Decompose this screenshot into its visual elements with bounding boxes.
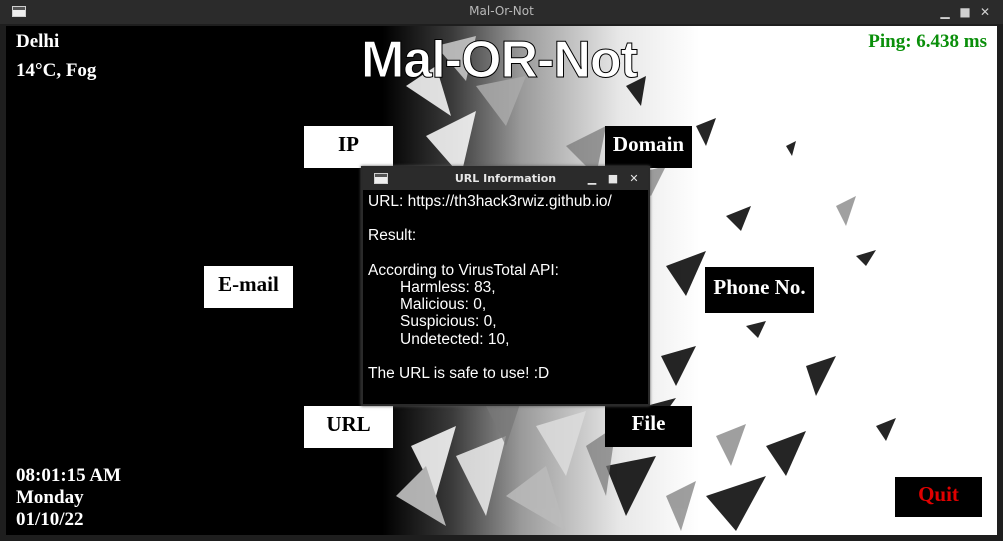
domain-button[interactable]: Domain (605, 126, 692, 168)
stat-suspicious: Suspicious: 0, (400, 313, 497, 331)
clock-time: 08:01:15 AM (16, 465, 122, 486)
verdict-line: The URL is safe to use! :D (368, 365, 550, 383)
url-line: URL: https://th3hack3rwiz.github.io/ (368, 193, 612, 210)
stat-harmless: Harmless: 83, (400, 278, 496, 296)
result-label: Result: (368, 227, 417, 245)
ping-readout: Ping: 6.438 ms (868, 31, 987, 52)
dialog-minimize-icon[interactable]: ▁ (585, 171, 599, 187)
stat-malicious: Malicious: 0, (400, 296, 487, 314)
maximize-icon[interactable]: ■ (957, 4, 973, 20)
window-titlebar: Mal-Or-Not ▁ ■ ✕ (0, 0, 1003, 24)
url-button[interactable]: URL (304, 406, 393, 448)
minimize-icon[interactable]: ▁ (937, 4, 953, 20)
dialog-body: URL: https://th3hack3rwiz.github.io/ Res… (368, 193, 644, 382)
file-button[interactable]: File (605, 406, 692, 447)
phone-button[interactable]: Phone No. (705, 267, 814, 313)
url-information-dialog: URL Information ▁ ■ ✕ URL: https://th3ha… (361, 166, 650, 406)
window-title: Mal-Or-Not (469, 4, 534, 18)
ip-button[interactable]: IP (304, 126, 393, 168)
clock-day: Monday (16, 487, 84, 508)
email-button[interactable]: E-mail (204, 266, 293, 308)
dialog-maximize-icon[interactable]: ■ (606, 171, 620, 187)
weather-city: Delhi (16, 31, 60, 52)
weather-condition: 14°C, Fog (16, 60, 97, 81)
close-icon[interactable]: ✕ (977, 4, 993, 20)
app-heading: Mal-OR-Not (361, 31, 639, 90)
dialog-close-icon[interactable]: ✕ (627, 171, 641, 187)
stat-undetected: Undetected: 10, (400, 330, 510, 348)
clock-date: 01/10/22 (16, 509, 84, 530)
dialog-titlebar: URL Information ▁ ■ ✕ (363, 168, 648, 190)
source-line: According to VirusTotal API: (368, 261, 559, 279)
quit-button[interactable]: Quit (895, 477, 982, 517)
